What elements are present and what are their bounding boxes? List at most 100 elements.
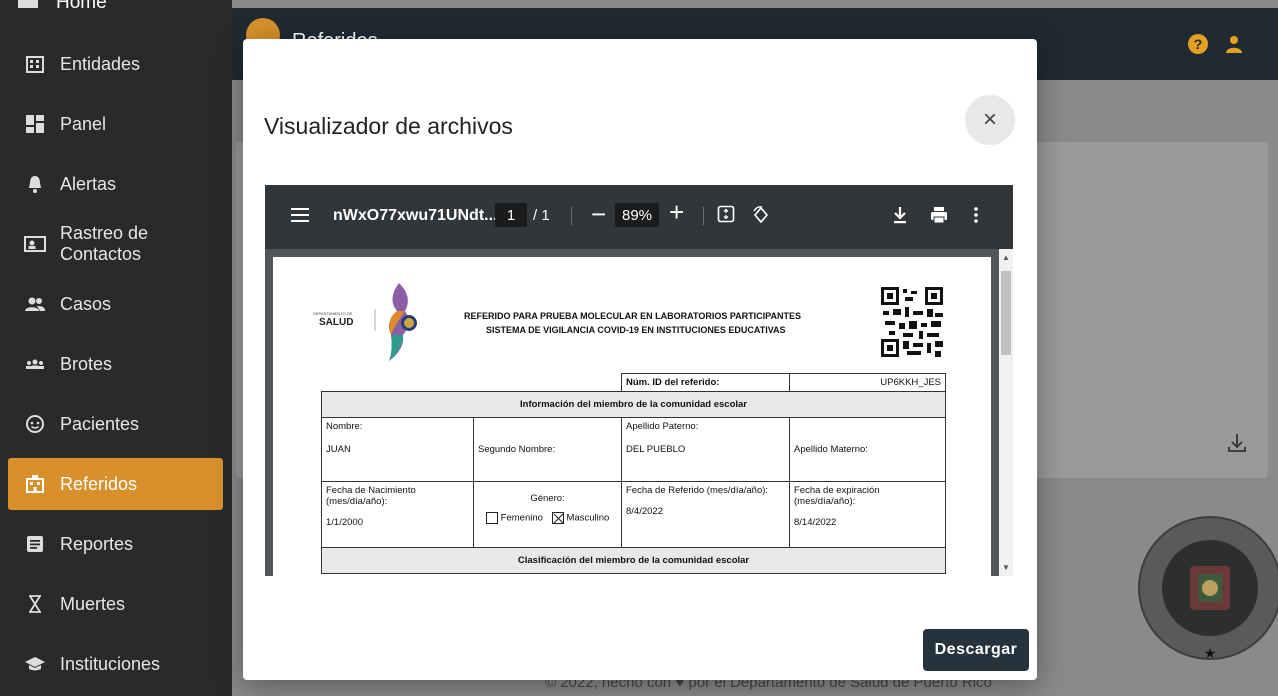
pdf-viewer: nWxO77xwu71UNdt... 1 / 1 − 89% + DEPARTA… (265, 185, 1013, 576)
scroll-down-icon[interactable]: ▼ (1002, 563, 1010, 572)
modal-title: Visualizador de archivos (264, 113, 513, 139)
download-button[interactable]: Descargar (923, 629, 1029, 671)
help-icon[interactable]: ? (1188, 34, 1208, 54)
sidebar-item-panel[interactable]: Panel (8, 98, 223, 150)
sidebar-item-casos[interactable]: Casos (8, 278, 223, 330)
checkbox-label: Femenino (500, 512, 543, 524)
sidebar-item-label: Panel (60, 113, 107, 134)
checkbox-label: Masculino (566, 512, 610, 524)
field-value: 1/1/2000 (326, 517, 363, 528)
building-icon (24, 53, 46, 75)
field-label: Apellido Paterno: (626, 421, 699, 432)
school-icon (24, 653, 46, 675)
sidebar-item-referidos[interactable]: Referidos (8, 458, 223, 510)
document-heading-line1: REFERIDO PARA PRUEBA MOLECULAR EN LABORA… (464, 311, 802, 321)
field-label: Nombre: (326, 421, 363, 432)
fit-page-icon[interactable] (717, 205, 737, 225)
people-icon (24, 293, 46, 315)
pdf-scrollbar[interactable]: ▲ ▼ (999, 249, 1013, 576)
face-icon (24, 413, 46, 435)
close-button[interactable]: × (965, 95, 1015, 145)
masculino-checkbox (551, 512, 564, 524)
svg-text:★: ★ (1204, 647, 1217, 662)
page-total: / 1 (533, 207, 550, 224)
salud-logo: DEPARTAMENTO DE SALUD (313, 279, 433, 365)
page-number-input[interactable]: 1 (495, 203, 527, 227)
toolbar-divider (703, 207, 704, 225)
section-header: Clasificación del miembro de la comunida… (321, 547, 946, 574)
sidebar: Home Entidades Panel Alertas Rastreo de … (0, 0, 232, 696)
building-icon (24, 473, 46, 495)
sidebar-item-entidades[interactable]: Entidades (8, 38, 223, 90)
nombre-cell: Nombre: JUAN (321, 417, 474, 482)
sidebar-item-label: Referidos (60, 473, 138, 494)
sidebar-item-label: Casos (60, 293, 112, 314)
field-label: Fecha de Nacimiento (mes/día/año): (326, 485, 416, 507)
sidebar-item-label: Muertes (60, 593, 126, 614)
government-seal: ★ (1130, 508, 1278, 668)
sidebar-item-label: Alertas (60, 173, 117, 194)
section-header: Información del miembro de la comunidad … (321, 391, 946, 418)
file-viewer-modal: Visualizador de archivos × nWxO77xwu71UN… (243, 39, 1037, 680)
field-value: 8/14/2022 (794, 517, 837, 528)
field-value: DEL PUEBLO (626, 444, 686, 455)
sidebar-item-alertas[interactable]: Alertas (8, 158, 223, 210)
rotate-icon[interactable] (751, 205, 771, 225)
apellido-materno-cell: Apellido Materno: (789, 417, 946, 482)
scroll-up-icon[interactable]: ▲ (1002, 253, 1010, 262)
toolbar-divider (571, 207, 572, 225)
download-icon[interactable] (1226, 432, 1248, 454)
zoom-in-button[interactable]: + (669, 197, 684, 228)
user-icon[interactable] (1224, 34, 1244, 54)
field-label: Fecha de expiración (mes/día/año): (794, 485, 880, 507)
contact-card-icon (24, 233, 46, 255)
svg-text:SALUD: SALUD (319, 317, 353, 328)
bell-icon (24, 173, 46, 195)
svg-text:DEPARTAMENTO DE: DEPARTAMENTO DE (313, 311, 353, 316)
sidebar-item-pacientes[interactable]: Pacientes (8, 398, 223, 450)
femenino-checkbox (485, 512, 498, 524)
document-heading-line2: SISTEMA DE VIGILANCIA COVID-19 EN INSTIT… (486, 325, 786, 335)
sidebar-item-label: Rastreo de Contactos (60, 223, 149, 264)
report-icon (24, 533, 46, 555)
fecha-referido-cell: Fecha de Referido (mes/día/año): 8/4/202… (621, 481, 790, 548)
zoom-input[interactable]: 89% (615, 203, 659, 227)
hourglass-icon (24, 593, 46, 615)
referral-form-table: Núm. ID del referido: UP6KKH_JES Informa… (321, 373, 946, 574)
segundo-nombre-cell: Segundo Nombre: (473, 417, 622, 482)
sidebar-item-brotes[interactable]: Brotes (8, 338, 223, 390)
sidebar-item-label: Entidades (60, 53, 141, 74)
sidebar-item-label: Pacientes (60, 413, 140, 434)
more-options-icon[interactable] (973, 205, 993, 225)
field-value: 8/4/2022 (626, 506, 663, 517)
sidebar-item-label: Reportes (60, 533, 134, 554)
field-label: Género: (530, 493, 565, 504)
qr-code (881, 287, 943, 357)
sidebar-item-home[interactable]: Home (18, 0, 107, 14)
fecha-expiracion-cell: Fecha de expiración (mes/día/año): 8/14/… (789, 481, 946, 548)
field-value: JUAN (326, 444, 351, 455)
apellido-paterno-cell: Apellido Paterno: DEL PUEBLO (621, 417, 790, 482)
sidebar-item-reportes[interactable]: Reportes (8, 518, 223, 570)
group-icon (24, 353, 46, 375)
field-label: Fecha de Referido (mes/día/año): (626, 485, 769, 496)
genero-cell: Género: Femenino Masculino (473, 481, 622, 548)
print-icon[interactable] (929, 205, 949, 225)
dashboard-icon (24, 113, 46, 135)
sidebar-item-muertes[interactable]: Muertes (8, 578, 223, 630)
close-icon: × (982, 106, 997, 133)
id-value: UP6KKH_JES (789, 373, 946, 392)
nacimiento-cell: Fecha de Nacimiento (mes/día/año): 1/1/2… (321, 481, 474, 548)
sidebar-item-instituciones[interactable]: Instituciones (8, 638, 223, 690)
pdf-page: DEPARTAMENTO DE SALUD REFERIDO PARA PRUE… (273, 257, 991, 576)
sidebar-item-rastreo[interactable]: Rastreo de Contactos (8, 218, 223, 270)
pdf-filename: nWxO77xwu71UNdt... (333, 207, 498, 224)
zoom-out-button[interactable]: − (591, 199, 606, 230)
menu-icon[interactable] (291, 207, 309, 223)
id-label: Núm. ID del referido: (621, 373, 790, 392)
home-icon (18, 0, 38, 8)
scrollbar-thumb[interactable] (1001, 271, 1011, 355)
sidebar-item-label: Instituciones (60, 653, 161, 674)
download-icon[interactable] (891, 205, 911, 225)
pdf-toolbar: nWxO77xwu71UNdt... 1 / 1 − 89% + (265, 185, 1013, 249)
